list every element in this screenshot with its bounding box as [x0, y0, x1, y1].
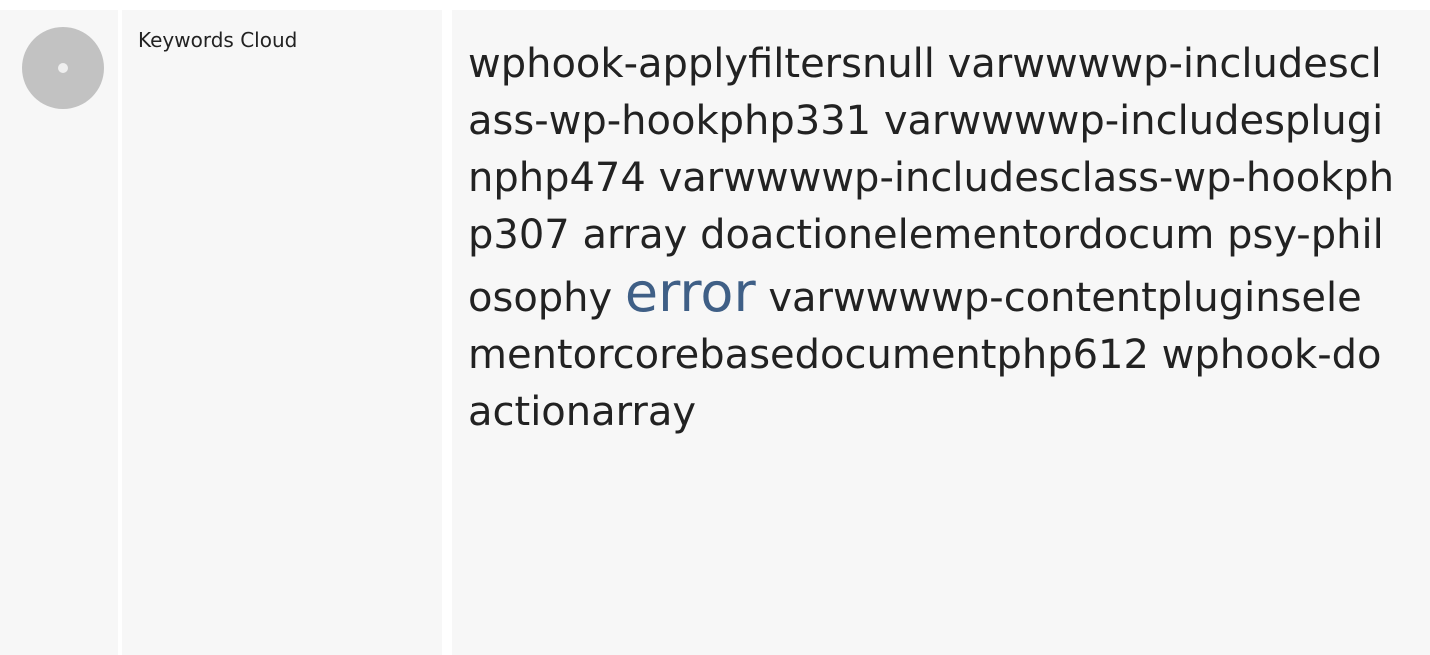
keywords-cloud: wphook-applyfiltersnull varwwwwp-include… [468, 36, 1398, 441]
keyword-highlight[interactable]: error [625, 261, 756, 324]
disc-hole [58, 63, 68, 73]
label-column: Keywords Cloud [122, 10, 442, 655]
keyword[interactable]: array doactionelementordocum [582, 212, 1214, 258]
icon-column [0, 10, 118, 655]
disc-icon [22, 27, 104, 109]
content-column: wphook-applyfiltersnull varwwwwp-include… [452, 10, 1430, 655]
section-label: Keywords Cloud [138, 28, 298, 52]
keywords-cloud-row: Keywords Cloud wphook-applyfiltersnull v… [0, 10, 1430, 655]
